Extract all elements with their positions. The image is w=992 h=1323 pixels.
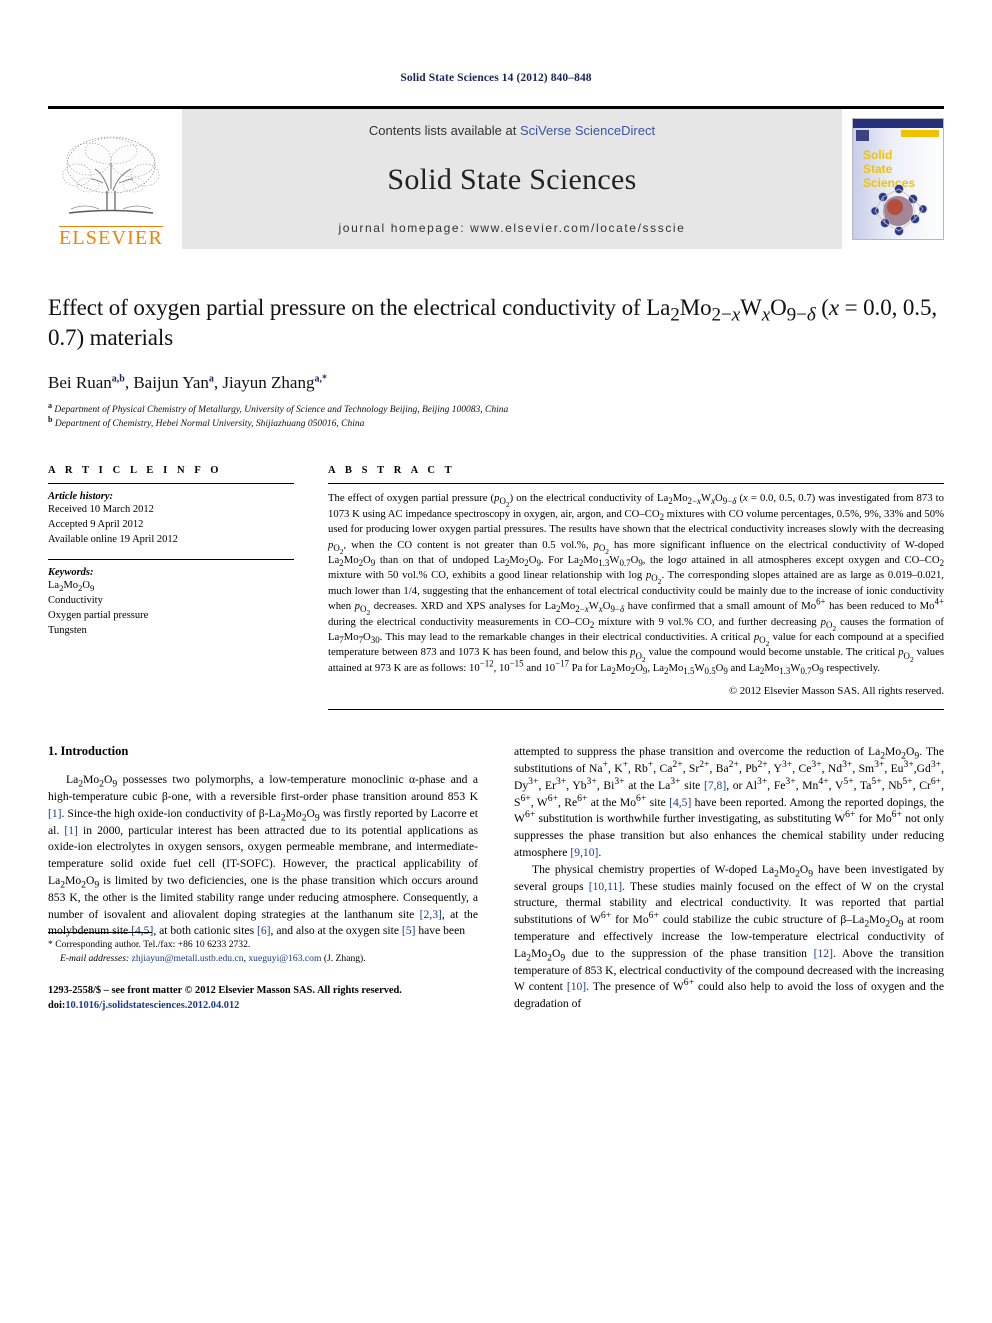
author-name: Jiayun Zhang (222, 372, 315, 392)
affiliation-text: Department of Chemistry, Hebei Normal Un… (54, 418, 365, 429)
section-heading-introduction: 1. Introduction (48, 744, 129, 759)
author-list: Bei Ruana,b, Baijun Yana, Jiayun Zhanga,… (48, 372, 327, 392)
keyword-item: Conductivity (48, 594, 103, 606)
author-affil-mark: a,* (314, 373, 327, 385)
title-block: Effect of oxygen partial pressure on the… (48, 293, 944, 431)
keyword-item: Oxygen partial pressure (48, 609, 149, 621)
email-suffix: (J. Zhang). (323, 952, 366, 964)
abstract-column: A B S T R A C T The effect of oxygen par… (328, 465, 945, 711)
body-columns: 1. Introduction La2Mo2O9 possesses two p… (48, 744, 944, 1013)
citation-ref[interactable]: [10,11] (589, 880, 622, 893)
abstract-heading: A B S T R A C T (328, 465, 456, 477)
keyword-item: La2Mo2O9 (48, 580, 95, 594)
doi-link[interactable]: 10.1016/j.solidstatesciences.2012.04.012 (65, 1000, 239, 1011)
citation-ref[interactable]: [7,8] (704, 779, 726, 792)
journal-homepage-link[interactable]: journal homepage: www.elsevier.com/locat… (339, 221, 686, 235)
email-link-1[interactable]: zhjiayun@metall.ustb.edu.cn (132, 953, 244, 964)
history-item: Available online 19 April 2012 (48, 534, 178, 546)
svg-text:Sciences: Sciences (863, 176, 915, 190)
body-column-right: attempted to suppress the phase transiti… (514, 744, 944, 1013)
page-title: Effect of oxygen partial pressure on the… (48, 295, 938, 350)
body-paragraph: attempted to suppress the phase transiti… (514, 745, 945, 859)
citation-ref[interactable]: [12] (814, 947, 833, 960)
divider (328, 709, 944, 711)
abstract-copyright: © 2012 Elsevier Masson SAS. All rights r… (728, 685, 944, 698)
keywords-label: Keywords: (48, 567, 94, 579)
doi-label: doi: (48, 999, 66, 1011)
footnote-divider (48, 931, 152, 933)
contents-prefix: Contents lists available at (368, 123, 520, 138)
footnote-area: * Corresponding author. Tel./fax: +86 10… (48, 931, 478, 1013)
article-page: Solid State Sciences 14 (2012) 840–848 E… (0, 0, 992, 1323)
citation-ref[interactable]: [9,10] (570, 846, 598, 859)
body-paragraph: La2Mo2O9 possesses two polymorphs, a low… (48, 773, 479, 938)
cover-artwork: Solid State Sciences (853, 119, 943, 239)
frontmatter-line: 1293-2558/$ – see front matter © 2012 El… (48, 984, 402, 996)
body-column-left: 1. Introduction La2Mo2O9 possesses two p… (48, 744, 478, 1013)
citation-ref[interactable]: [1] (64, 824, 78, 837)
info-abstract-section: A R T I C L E I N F O Article history: R… (48, 465, 945, 711)
article-history-label: Article history: (48, 491, 114, 503)
svg-text:State: State (863, 162, 893, 176)
citation-ref[interactable]: [2,3] (420, 908, 442, 921)
elsevier-tree-icon (62, 136, 160, 214)
author-name: Baijun Yan (133, 372, 209, 392)
citation-ref[interactable]: [4,5] (669, 796, 691, 809)
history-item: Received 10 March 2012 (48, 504, 154, 516)
divider (48, 559, 294, 561)
corresponding-author-note: * Corresponding author. Tel./fax: +86 10… (48, 938, 251, 950)
svg-text:Solid: Solid (863, 148, 892, 162)
divider (48, 483, 294, 485)
elsevier-wordmark: ELSEVIER (58, 226, 164, 249)
sciencedirect-link[interactable]: SciVerse ScienceDirect (520, 123, 655, 138)
email-link-2[interactable]: xueguyi@163.com (248, 953, 321, 964)
author-affil-mark: a (208, 373, 214, 385)
citation-ref[interactable]: [1] (48, 807, 62, 820)
divider (328, 483, 944, 485)
affiliation-item: a Department of Physical Chemistry of Me… (48, 400, 509, 415)
history-item: Accepted 9 April 2012 (48, 519, 144, 531)
author-name: Bei Ruan (48, 372, 112, 392)
journal-title: Solid State Sciences (387, 162, 637, 196)
citation-ref[interactable]: [10] (567, 980, 586, 993)
elsevier-logo: ELSEVIER (48, 109, 174, 249)
email-note: E-mail addresses: zhjiayun@metall.ustb.e… (48, 952, 478, 966)
abstract-text: The effect of oxygen partial pressure (p… (328, 492, 945, 676)
affiliation-item: b Department of Chemistry, Hebei Normal … (48, 414, 365, 429)
email-label: E-mail addresses: (60, 952, 130, 964)
keyword-item: Tungsten (48, 624, 87, 636)
masthead-panel: Contents lists available at SciVerse Sci… (182, 109, 842, 249)
frontmatter-block: 1293-2558/$ – see front matter © 2012 El… (48, 983, 478, 1013)
affiliation-list: a Department of Physical Chemistry of Me… (48, 400, 944, 432)
journal-masthead: ELSEVIER Contents lists available at Sci… (48, 106, 944, 249)
body-paragraph: The physical chemistry properties of W-d… (514, 862, 945, 1011)
contents-available-line: Contents lists available at SciVerse Sci… (369, 123, 655, 138)
article-info-heading: A R T I C L E I N F O (48, 465, 223, 477)
affiliation-text: Department of Physical Chemistry of Meta… (54, 404, 509, 415)
article-info-column: A R T I C L E I N F O Article history: R… (48, 465, 294, 710)
author-affil-mark: a,b (111, 373, 125, 385)
doi-line: doi:10.1016/j.solidstatesciences.2012.04… (48, 998, 478, 1013)
running-head: Solid State Sciences 14 (2012) 840–848 (400, 72, 592, 84)
journal-cover-thumbnail: Solid State Sciences (852, 118, 944, 240)
